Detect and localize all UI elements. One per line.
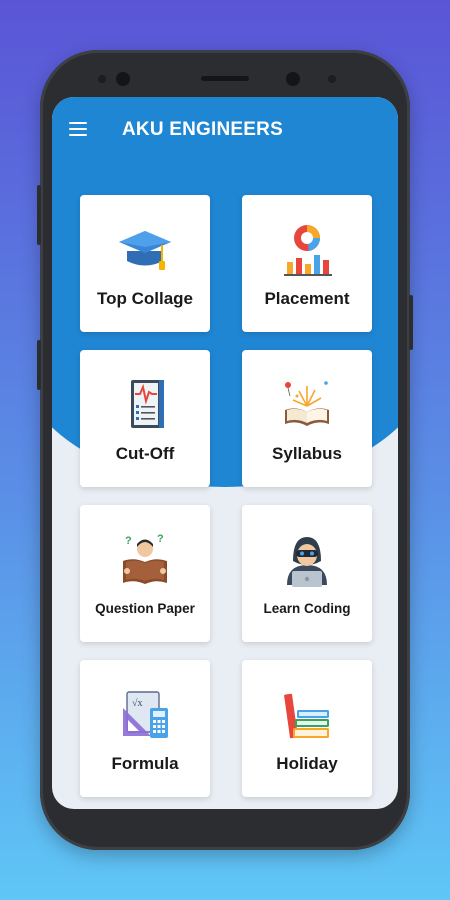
question-paper-card[interactable]: ? ? Question Paper [80,505,210,642]
side-button [409,295,413,350]
svg-text:√x: √x [132,698,143,709]
volume-button [37,340,41,390]
chart-icon [279,221,335,277]
open-book-icon [279,376,335,432]
svg-text:?: ? [125,535,132,547]
syllabus-card[interactable]: Syllabus [242,350,372,487]
holiday-card[interactable]: Holiday [242,660,372,797]
cut-off-label: Cut-Off [115,444,175,463]
power-button [37,185,41,245]
math-tools-icon: √x [117,686,173,742]
placement-card[interactable]: Placement [242,195,372,332]
app-header: AKU ENGINEERS [52,97,398,163]
svg-text:?: ? [157,533,164,545]
formula-label: Formula [111,754,179,773]
placement-label: Placement [264,289,350,308]
report-icon [117,376,173,432]
formula-card[interactable]: √x Formula [80,660,210,797]
holiday-label: Holiday [276,754,338,773]
phone-frame: AKU ENGINEERS Top Collage Placement Cut-… [37,50,413,850]
learn-coding-card[interactable]: Learn Coding [242,505,372,642]
top-collage-card[interactable]: Top Collage [80,195,210,332]
books-stack-icon [279,686,335,742]
hacker-coder-icon [279,531,335,587]
menu-grid: Top Collage Placement Cut-Off Syllabus ?… [80,195,372,797]
cut-off-card[interactable]: Cut-Off [80,350,210,487]
graduation-cap-icon [117,221,173,277]
hamburger-menu-icon[interactable] [69,122,87,136]
earpiece-speaker [201,76,249,81]
front-sensor [286,72,300,86]
front-camera [116,72,130,86]
student-reading-icon: ? ? [117,531,173,587]
top-collage-label: Top Collage [96,289,193,308]
sensor-right [328,75,336,83]
sensor-left [98,75,106,83]
learn-coding-label: Learn Coding [263,601,351,616]
app-screen: AKU ENGINEERS Top Collage Placement Cut-… [52,97,398,809]
app-title: AKU ENGINEERS [122,119,283,140]
syllabus-label: Syllabus [272,444,342,463]
question-paper-label: Question Paper [95,601,195,616]
